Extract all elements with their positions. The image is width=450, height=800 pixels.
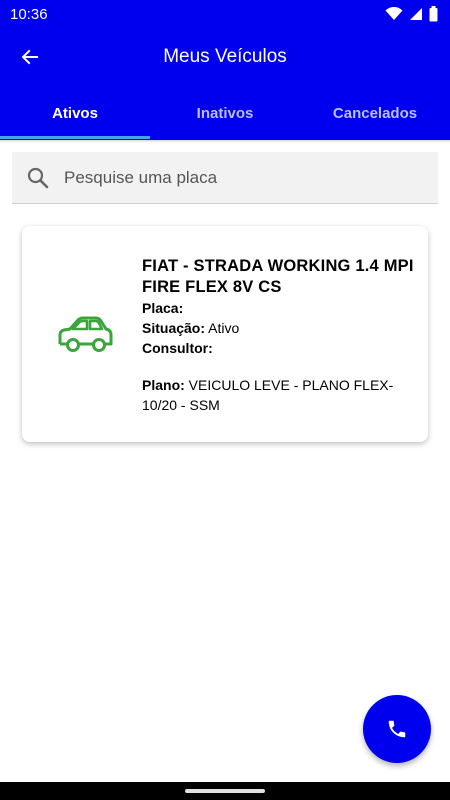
search-box[interactable] [12, 152, 438, 204]
status-bar: 10:36 [0, 0, 450, 28]
wifi-icon [385, 7, 403, 20]
search-input[interactable] [64, 167, 404, 188]
tab-bar: Ativos Inativos Cancelados [0, 86, 450, 140]
placa-row: Placa: [142, 298, 418, 318]
vehicle-title: FIAT - STRADA WORKING 1.4 MPI FIRE FLEX … [142, 257, 414, 296]
battery-icon [429, 6, 438, 22]
tab-bar-shadow [0, 140, 450, 143]
search-icon [27, 167, 49, 188]
vehicle-details: FIAT - STRADA WORKING 1.4 MPI FIRE FLEX … [142, 256, 418, 415]
plano-row: Plano: VEICULO LEVE - PLANO FLEX-10/20 -… [142, 375, 418, 415]
tab-cancelados[interactable]: Cancelados [300, 86, 450, 140]
page-title: Meus Veículos [163, 46, 287, 67]
tab-inativos[interactable]: Inativos [150, 86, 300, 140]
status-icons [385, 6, 438, 22]
home-indicator[interactable] [185, 789, 265, 793]
plano-label: Plano: [142, 377, 185, 393]
car-icon [58, 316, 113, 352]
call-button[interactable] [363, 695, 431, 763]
consultor-row: Consultor: [142, 338, 418, 358]
app-bar: Meus Veículos [0, 28, 450, 86]
tab-ativos[interactable]: Ativos [0, 86, 150, 140]
vehicle-card[interactable]: FIAT - STRADA WORKING 1.4 MPI FIRE FLEX … [22, 226, 428, 442]
phone-icon [388, 720, 406, 738]
situacao-value: Ativo [208, 320, 240, 336]
tab-indicator [0, 136, 150, 139]
situacao-label: Situação: [142, 320, 206, 336]
consultor-label: Consultor: [142, 340, 213, 356]
signal-icon [410, 8, 422, 20]
situacao-row: Situação: Ativo [142, 318, 418, 338]
placa-label: Placa: [142, 300, 184, 316]
status-time: 10:36 [10, 5, 48, 23]
